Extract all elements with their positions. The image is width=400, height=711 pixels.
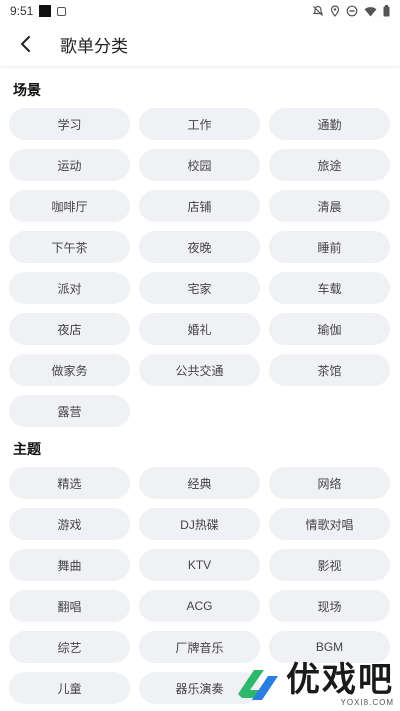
wifi-icon <box>364 6 377 16</box>
category-chip[interactable]: 儿童 <box>9 672 130 704</box>
back-button[interactable] <box>14 33 36 55</box>
category-chip[interactable]: 清晨 <box>269 190 390 222</box>
status-time: 9:51 <box>10 4 34 18</box>
category-chip[interactable]: 店铺 <box>139 190 260 222</box>
category-chip[interactable]: DJ热碟 <box>139 508 260 540</box>
page-title: 歌单分类 <box>60 36 128 56</box>
category-chip[interactable]: 下午茶 <box>9 231 130 263</box>
category-list: 场景学习 工作 通勤运动 校园 旅途咖啡厅 店铺 清晨下午茶 夜晚 睡前派对 宅家 车载夜店 婚礼 瑜伽… <box>0 66 400 704</box>
brand-logo-icon <box>238 669 278 700</box>
category-chip[interactable]: 茶馆 <box>269 354 390 386</box>
do-not-disturb-icon <box>346 5 358 17</box>
category-chip[interactable]: 夜店 <box>9 313 130 345</box>
category-chip[interactable]: BGM <box>269 631 390 663</box>
mute-icon <box>312 5 324 16</box>
category-grid: 学习 工作 通勤运动 校园 旅途咖啡厅 店铺 清晨下午茶 夜晚 睡前派对 宅家 车载夜店 婚礼 瑜伽做家… <box>9 108 391 427</box>
category-chip[interactable]: 综艺 <box>9 631 130 663</box>
category-chip[interactable]: 睡前 <box>269 231 390 263</box>
section-title: 主题 <box>13 441 41 457</box>
back-arrow-icon <box>21 36 30 52</box>
category-chip[interactable]: 咖啡厅 <box>9 190 130 222</box>
category-chip[interactable]: 通勤 <box>269 108 390 140</box>
status-bar: 9:51 <box>0 0 400 22</box>
app-header: 歌单分类 <box>0 22 400 66</box>
category-chip[interactable]: 运动 <box>9 149 130 181</box>
category-chip[interactable]: 翻唱 <box>9 590 130 622</box>
location-icon <box>330 5 340 17</box>
category-chip[interactable]: 旅途 <box>269 149 390 181</box>
category-chip[interactable]: 影视 <box>269 549 390 581</box>
category-chip[interactable]: KTV <box>139 549 260 581</box>
category-chip[interactable]: 现场 <box>269 590 390 622</box>
notification-icon <box>39 5 52 17</box>
category-chip[interactable]: 宅家 <box>139 272 260 304</box>
category-chip[interactable]: 校园 <box>139 149 260 181</box>
category-chip[interactable]: 精选 <box>9 467 130 499</box>
battery-icon <box>383 5 390 17</box>
category-chip[interactable]: 派对 <box>9 272 130 304</box>
category-chip[interactable]: 工作 <box>139 108 260 140</box>
category-chip[interactable]: 车载 <box>269 272 390 304</box>
category-chip[interactable]: 厂牌音乐 <box>139 631 260 663</box>
category-chip[interactable]: ACG <box>139 590 260 622</box>
watermark-logo: 优戏吧 YOXI8.COM <box>234 662 394 707</box>
category-chip[interactable]: 做家务 <box>9 354 130 386</box>
category-chip[interactable]: 舞曲 <box>9 549 130 581</box>
category-chip[interactable]: 游戏 <box>9 508 130 540</box>
category-chip[interactable]: 瑜伽 <box>269 313 390 345</box>
category-chip[interactable]: 夜晚 <box>139 231 260 263</box>
watermark-subtext: YOXI8.COM <box>340 698 394 707</box>
category-chip[interactable]: 婚礼 <box>139 313 260 345</box>
category-chip[interactable]: 经典 <box>139 467 260 499</box>
category-chip[interactable]: 公共交通 <box>139 354 260 386</box>
watermark-text: 优戏吧 <box>286 661 394 699</box>
category-chip[interactable]: 网络 <box>269 467 390 499</box>
section-title: 场景 <box>13 82 41 98</box>
category-chip[interactable]: 学习 <box>9 108 130 140</box>
category-chip[interactable]: 情歌对唱 <box>269 508 390 540</box>
app-notification-icon <box>57 6 67 16</box>
category-chip[interactable]: 露营 <box>9 395 130 427</box>
